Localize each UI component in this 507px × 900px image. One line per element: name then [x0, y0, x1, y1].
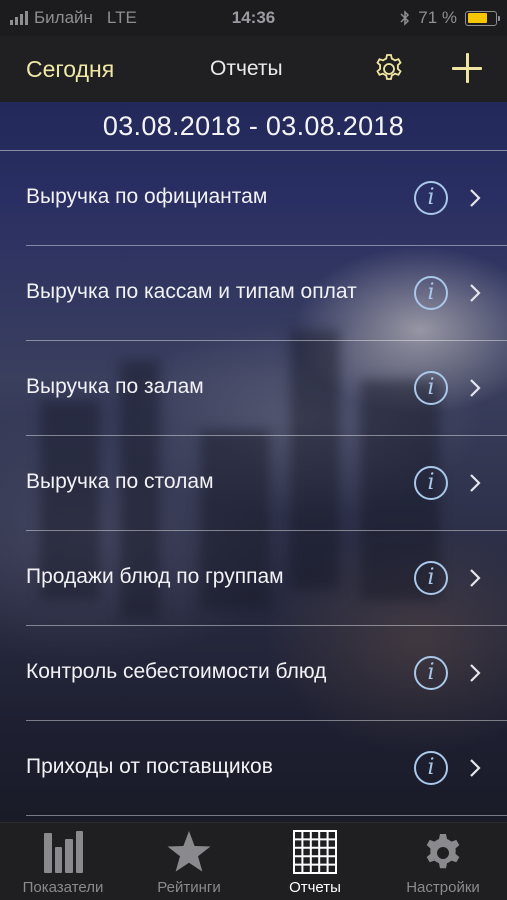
- tab-label: Настройки: [406, 879, 480, 896]
- chevron-right-icon: [470, 664, 481, 682]
- tab-label: Показатели: [22, 879, 104, 896]
- info-icon[interactable]: i: [414, 181, 448, 215]
- bluetooth-icon: [400, 10, 410, 26]
- page-title: Отчеты: [210, 57, 283, 80]
- chevron-right-icon: [470, 189, 481, 207]
- settings-gear-icon[interactable]: [372, 52, 406, 86]
- chevron-right-icon: [470, 474, 481, 492]
- date-range[interactable]: 03.08.2018 - 03.08.2018: [0, 102, 507, 150]
- report-row[interactable]: Выручка по официантам i: [0, 151, 507, 246]
- tab-reports[interactable]: Отчеты: [252, 823, 378, 900]
- add-icon[interactable]: [452, 52, 484, 84]
- report-row[interactable]: Выручка по столам i: [0, 436, 507, 531]
- star-icon: [167, 831, 211, 872]
- chevron-right-icon: [470, 379, 481, 397]
- info-icon[interactable]: i: [414, 656, 448, 690]
- today-button[interactable]: Сегодня: [26, 56, 114, 83]
- status-right: 71 %: [400, 8, 500, 28]
- chevron-right-icon: [470, 759, 481, 777]
- reports-list: Выручка по официантам i Выручка по касса…: [0, 151, 507, 816]
- info-icon[interactable]: i: [414, 561, 448, 595]
- report-label: Контроль себестоимости блюд: [26, 660, 327, 683]
- report-label: Выручка по официантам: [26, 185, 268, 208]
- report-label: Выручка по залам: [26, 375, 204, 398]
- report-label: Приходы от поставщиков: [26, 755, 273, 778]
- info-icon[interactable]: i: [414, 466, 448, 500]
- battery-fill: [467, 13, 487, 23]
- nav-bar: Сегодня Отчеты: [0, 36, 507, 102]
- report-row[interactable]: Продажи блюд по группам i: [0, 531, 507, 626]
- grid-icon: [293, 830, 337, 874]
- tab-bar: Показатели Рейтинги Отчеты Настройки: [0, 822, 507, 900]
- tab-label: Отчеты: [289, 879, 341, 896]
- tab-indicators[interactable]: Показатели: [0, 823, 126, 900]
- tab-settings[interactable]: Настройки: [380, 823, 506, 900]
- tab-ratings[interactable]: Рейтинги: [126, 823, 252, 900]
- report-row[interactable]: Выручка по залам i: [0, 341, 507, 436]
- battery-percent: 71 %: [418, 8, 457, 27]
- chevron-right-icon: [470, 284, 481, 302]
- report-label: Продажи блюд по группам: [26, 565, 284, 588]
- report-label: Выручка по кассам и типам оплат: [26, 280, 357, 303]
- info-icon[interactable]: i: [414, 371, 448, 405]
- report-row[interactable]: Выручка по кассам и типам оплат i: [0, 246, 507, 341]
- report-row[interactable]: Контроль себестоимости блюд i: [0, 626, 507, 721]
- status-bar: Билайн LTE 14:36 71 %: [0, 0, 507, 36]
- info-icon[interactable]: i: [414, 276, 448, 310]
- gear-icon: [426, 834, 460, 869]
- info-icon[interactable]: i: [414, 751, 448, 785]
- tab-label: Рейтинги: [157, 879, 221, 896]
- report-row[interactable]: Приходы от поставщиков i: [0, 721, 507, 816]
- battery-icon: [465, 10, 500, 26]
- report-label: Выручка по столам: [26, 470, 214, 493]
- chart-icon: [44, 831, 83, 873]
- chevron-right-icon: [470, 569, 481, 587]
- row-separator: [26, 815, 507, 816]
